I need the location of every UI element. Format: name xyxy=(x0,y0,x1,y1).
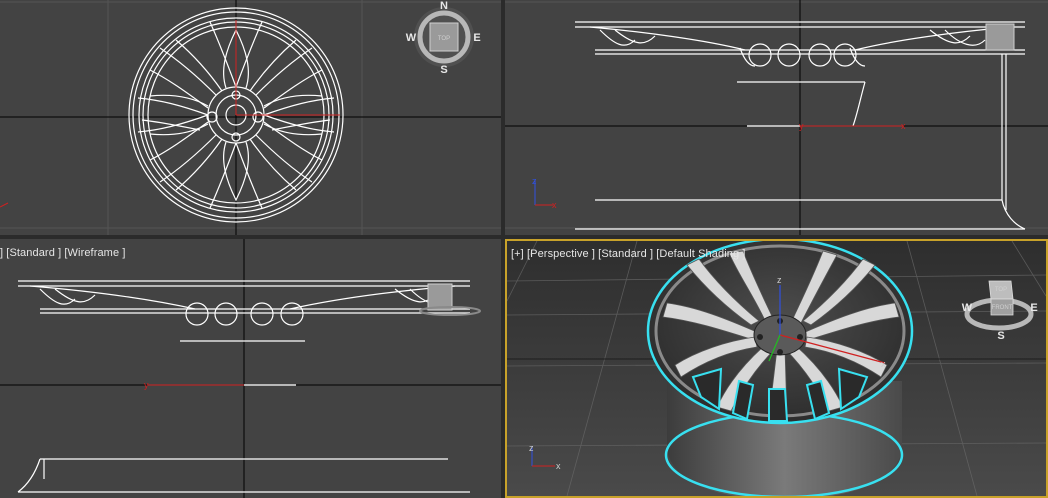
gizmo-y-label: y xyxy=(799,121,804,131)
compass-east[interactable]: E xyxy=(1030,302,1037,314)
compass-north[interactable]: N xyxy=(440,0,448,12)
gizmo-x-label: x xyxy=(901,121,906,131)
viewcube-face-front-label: FRONT xyxy=(992,305,1013,311)
gizmo-x-label: x xyxy=(881,359,886,369)
viewport-front[interactable]: x y z x xyxy=(505,0,1048,235)
viewport-perspective-label[interactable]: [+] [Perspective ] [Standard ] [Default … xyxy=(511,248,746,260)
viewcube-face-top-label: TOP xyxy=(995,287,1007,293)
viewport-top[interactable]: TOP N E S W xyxy=(0,0,501,235)
viewcube-face-label: TOP xyxy=(438,36,450,42)
compass-south[interactable]: S xyxy=(997,330,1004,342)
compass-east[interactable]: E xyxy=(473,32,480,44)
compass-west[interactable]: W xyxy=(962,302,973,314)
viewport-front-canvas: x y z x xyxy=(505,0,1048,235)
viewport-left-canvas: y xyxy=(0,239,501,498)
viewcube-top[interactable]: TOP N E S W xyxy=(406,0,481,76)
tripod-x-label: x xyxy=(556,461,561,471)
viewport-perspective[interactable]: z x TOP FRONT W E S z x [+] [Perspective… xyxy=(505,239,1048,498)
viewport-perspective-canvas: z x TOP FRONT W E S z x xyxy=(507,241,1046,496)
compass-west[interactable]: W xyxy=(406,32,417,44)
gizmo-y-label: y xyxy=(144,380,149,390)
compass-south[interactable]: S xyxy=(440,64,447,76)
gizmo-z-label: z xyxy=(777,275,782,285)
world-axis-tripod: z x xyxy=(532,176,557,210)
grid xyxy=(505,1,1048,229)
world-axis-tripod xyxy=(0,202,9,208)
viewport-left[interactable]: ] [Standard ] [Wireframe ] y xyxy=(0,239,501,498)
tripod-x-label: x xyxy=(552,200,557,210)
viewport-top-canvas: TOP N E S W xyxy=(0,0,501,235)
tripod-z-label: z xyxy=(532,176,537,186)
viewcube-front[interactable] xyxy=(985,23,1015,51)
tripod-z-label: z xyxy=(529,443,534,453)
